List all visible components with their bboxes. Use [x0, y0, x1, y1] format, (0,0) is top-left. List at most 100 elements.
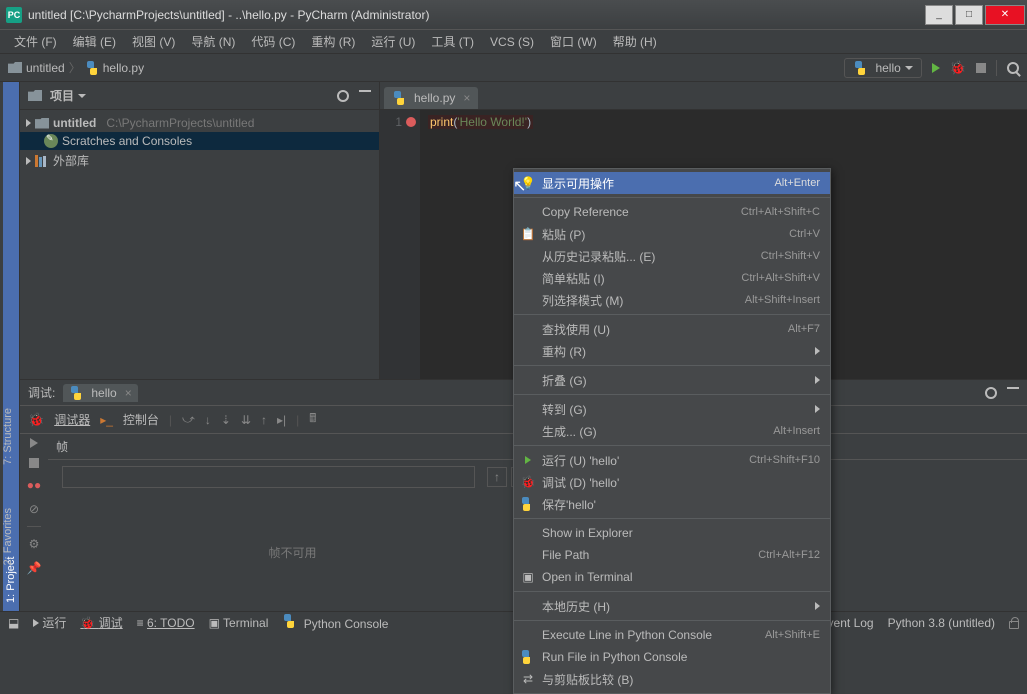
stop-button[interactable]: [29, 458, 39, 468]
breadcrumb-separator: 〉: [69, 59, 81, 76]
force-step-icon[interactable]: ⇊: [241, 413, 251, 427]
mute-breakpoints-icon[interactable]: ⊘: [29, 502, 39, 516]
close-button[interactable]: ✕: [985, 5, 1025, 25]
menu-help[interactable]: 帮助 (H): [607, 31, 663, 52]
menu-code[interactable]: 代码 (C): [245, 31, 301, 52]
submenu-arrow-icon: [815, 347, 820, 355]
ctx-run-file-console[interactable]: Run File in Python Console: [514, 646, 830, 668]
maximize-button[interactable]: □: [955, 5, 983, 25]
navbar: untitled 〉 hello.py hello 🐞: [0, 54, 1027, 82]
editor-gutter[interactable]: 1: [380, 110, 420, 379]
sidetab-favorites[interactable]: 2: Favorites: [0, 500, 16, 573]
menu-refactor[interactable]: 重构 (R): [305, 31, 361, 52]
status-todo[interactable]: ≡ 6: TODO: [137, 616, 195, 630]
window-title: untitled [C:\PycharmProjects\untitled] -…: [28, 8, 925, 22]
stop-button[interactable]: [976, 63, 986, 73]
debug-panel-title: 调试:: [28, 384, 55, 401]
expand-arrow-icon[interactable]: [26, 119, 31, 127]
debug-left-toolbar: ●● ⊘ ⚙ 📌: [20, 434, 48, 611]
editor-tabs: hello.py ×: [380, 82, 1027, 110]
ctx-paste-simple[interactable]: 简单粘贴 (I) Ctrl+Alt+Shift+V: [514, 267, 830, 289]
frame-up-button[interactable]: ↑: [487, 467, 507, 487]
menu-edit[interactable]: 编辑 (E): [67, 31, 122, 52]
submenu-arrow-icon: [815, 602, 820, 610]
debug-button[interactable]: 🐞: [950, 60, 966, 76]
library-icon: [35, 155, 49, 167]
menu-run[interactable]: 运行 (U): [365, 31, 421, 52]
interpreter-status[interactable]: Python 3.8 (untitled): [888, 616, 995, 630]
debug-session-tab[interactable]: hello ×: [63, 384, 137, 402]
breakpoint-icon[interactable]: [406, 117, 416, 127]
step-out-icon[interactable]: ↑: [261, 413, 267, 427]
evaluate-icon[interactable]: 🖩: [309, 409, 316, 430]
run-button[interactable]: [932, 63, 940, 73]
status-python-console[interactable]: Python Console: [282, 614, 388, 631]
menu-vcs[interactable]: VCS (S): [484, 33, 540, 51]
chevron-down-icon: [78, 94, 86, 98]
show-tool-windows-icon[interactable]: ⬓: [8, 616, 19, 630]
hide-button[interactable]: [359, 90, 371, 92]
menu-window[interactable]: 窗口 (W): [544, 31, 603, 52]
close-tab-icon[interactable]: ×: [463, 91, 470, 105]
ctx-run[interactable]: 运行 (U) 'hello' Ctrl+Shift+F10: [514, 449, 830, 471]
editor-tab-hello[interactable]: hello.py ×: [384, 87, 478, 109]
debug-tab-icon[interactable]: 🐞: [28, 412, 44, 428]
menu-navigate[interactable]: 导航 (N): [185, 31, 241, 52]
breadcrumb-project[interactable]: untitled: [8, 61, 65, 75]
debugger-tab[interactable]: 调试器: [54, 411, 90, 428]
minimize-button[interactable]: _: [925, 5, 953, 25]
step-into-icon[interactable]: ↓: [205, 413, 211, 427]
thread-selector[interactable]: [62, 466, 475, 488]
menu-view[interactable]: 视图 (V): [126, 31, 181, 52]
gear-icon[interactable]: [337, 90, 349, 102]
status-debug[interactable]: 🐞 调试: [80, 614, 122, 631]
console-tab[interactable]: 控制台: [123, 411, 159, 428]
settings-icon[interactable]: ⚙: [29, 537, 40, 551]
expand-arrow-icon[interactable]: [26, 157, 31, 165]
step-into-my-icon[interactable]: ⇣: [221, 413, 231, 427]
ctx-open-terminal[interactable]: ▣ Open in Terminal: [514, 566, 830, 588]
view-breakpoints-icon[interactable]: ●●: [27, 478, 42, 492]
status-terminal[interactable]: ▣ Terminal: [209, 616, 269, 630]
frames-panel: 帧 ↑ ↓ 帧不可用: [48, 434, 538, 611]
step-over-icon[interactable]: ⤻: [182, 412, 195, 427]
ctx-show-actions[interactable]: 💡 显示可用操作 Alt+Enter: [514, 172, 830, 194]
ctx-folding[interactable]: 折叠 (G): [514, 369, 830, 391]
breadcrumb-file[interactable]: hello.py: [85, 61, 144, 75]
ctx-local-history[interactable]: 本地历史 (H): [514, 595, 830, 617]
ctx-debug[interactable]: 🐞 调试 (D) 'hello': [514, 471, 830, 493]
ctx-file-path[interactable]: File Path Ctrl+Alt+F12: [514, 544, 830, 566]
menu-tools[interactable]: 工具 (T): [425, 31, 480, 52]
ctx-copy-reference[interactable]: Copy Reference Ctrl+Alt+Shift+C: [514, 201, 830, 223]
ctx-execute-line[interactable]: Execute Line in Python Console Alt+Shift…: [514, 624, 830, 646]
ctx-goto[interactable]: 转到 (G): [514, 398, 830, 420]
ctx-refactor[interactable]: 重构 (R): [514, 340, 830, 362]
status-run[interactable]: 运行: [33, 614, 66, 631]
pin-icon[interactable]: 📌: [27, 561, 42, 575]
ctx-paste-history[interactable]: 从历史记录粘贴... (E) Ctrl+Shift+V: [514, 245, 830, 267]
tree-scratches[interactable]: Scratches and Consoles: [20, 132, 379, 150]
menu-file[interactable]: 文件 (F): [8, 31, 63, 52]
hide-button[interactable]: [1007, 387, 1019, 389]
lock-icon[interactable]: [1009, 621, 1019, 629]
tree-project-root[interactable]: untitled C:\PycharmProjects\untitled: [20, 114, 379, 132]
project-panel-title[interactable]: 项目: [28, 87, 86, 104]
run-configuration-selector[interactable]: hello: [844, 58, 921, 78]
ctx-find-usages[interactable]: 查找使用 (U) Alt+F7: [514, 318, 830, 340]
ctx-paste[interactable]: 📋 粘贴 (P) Ctrl+V: [514, 223, 830, 245]
ctx-generate[interactable]: 生成... (G) Alt+Insert: [514, 420, 830, 442]
python-icon: [69, 386, 83, 400]
ctx-column-select[interactable]: 列选择模式 (M) Alt+Shift+Insert: [514, 289, 830, 311]
sidetab-structure[interactable]: 7: Structure: [0, 400, 16, 473]
line-number-1[interactable]: 1: [380, 113, 420, 132]
search-everywhere-button[interactable]: [1007, 62, 1019, 74]
titlebar: PC untitled [C:\PycharmProjects\untitled…: [0, 0, 1027, 30]
rerun-button[interactable]: [30, 438, 38, 448]
gear-icon[interactable]: [985, 387, 997, 399]
tree-external-libs[interactable]: 外部库: [20, 150, 379, 171]
ctx-save[interactable]: 保存'hello': [514, 493, 830, 515]
ctx-show-explorer[interactable]: Show in Explorer: [514, 522, 830, 544]
close-icon[interactable]: ×: [125, 386, 132, 400]
run-to-cursor-icon[interactable]: ▸|: [277, 413, 286, 427]
ctx-compare-clipboard[interactable]: ⇄ 与剪贴板比较 (B): [514, 668, 830, 690]
